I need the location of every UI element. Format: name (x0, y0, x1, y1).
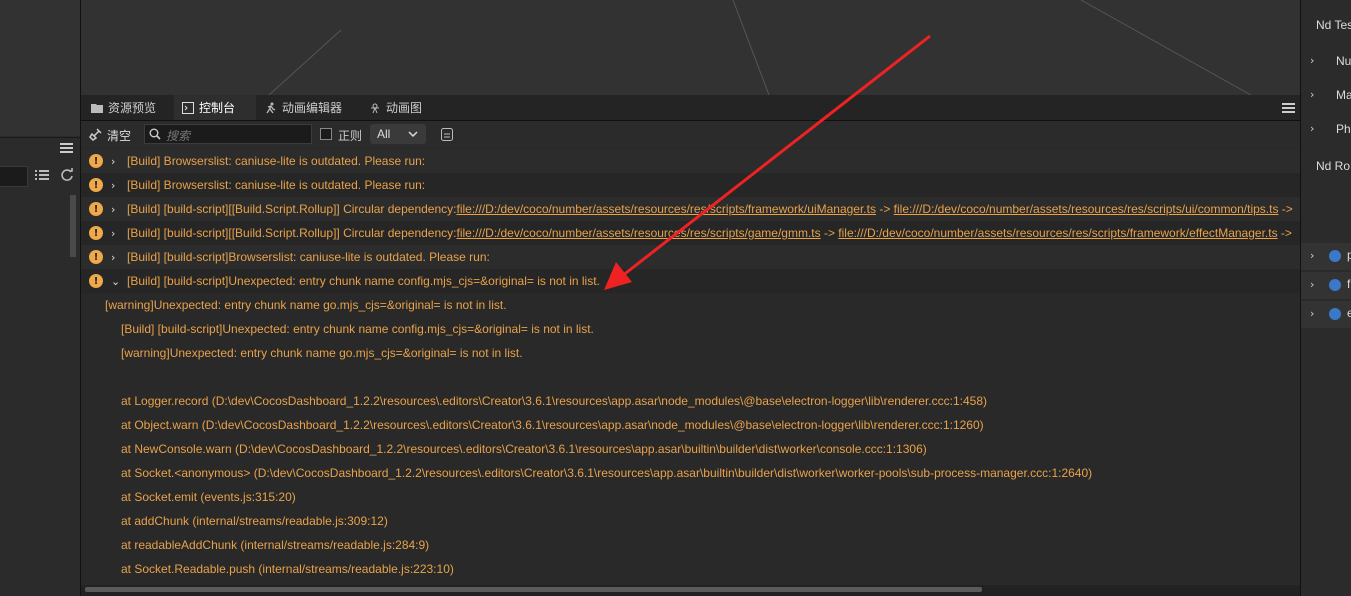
script-icon (1329, 308, 1341, 320)
stack-trace-line: at Socket.<anonymous> (D:\dev\CocosDashb… (121, 466, 1093, 480)
tab-animation-graph[interactable]: 动画图 (361, 95, 441, 120)
warning-icon: ! (89, 178, 103, 192)
chevron-right-icon[interactable]: › (111, 251, 121, 264)
chevron-down-icon (408, 128, 418, 142)
inspector-item: Nd Ro (1316, 159, 1351, 173)
component-row[interactable]: › e (1301, 301, 1351, 329)
log-row[interactable]: ! › [Build] [build-script]Browserslist: … (81, 245, 1300, 269)
running-figure-icon (265, 102, 277, 114)
file-link[interactable]: file:///D:/dev/coco/number/assets/resour… (894, 202, 1279, 216)
chevron-down-icon[interactable]: ⌄ (111, 275, 121, 288)
log-level-select[interactable]: All (370, 124, 426, 144)
inspector-item[interactable]: Ma (1336, 88, 1351, 102)
hierarchy-search-input[interactable] (0, 166, 28, 187)
inspector-item[interactable]: Ph (1336, 122, 1351, 136)
log-row[interactable]: ! › [Build] Browserslist: caniuse-lite i… (81, 149, 1300, 173)
list-view-icon[interactable] (35, 169, 49, 184)
chevron-right-icon[interactable]: › (1310, 88, 1314, 101)
clear-button[interactable]: 清空 (89, 127, 131, 144)
regex-label: 正则 (338, 129, 363, 143)
inspector-item[interactable]: Nu (1336, 54, 1351, 68)
warning-icon: ! (89, 154, 103, 168)
refresh-icon[interactable] (60, 168, 74, 185)
stack-trace-line: at readableAddChunk (internal/streams/re… (121, 538, 430, 552)
stack-trace-line: at addChunk (internal/streams/readable.j… (121, 514, 388, 528)
scene-grid (268, 0, 1252, 95)
terminal-icon (182, 101, 194, 114)
script-icon (1329, 250, 1341, 262)
log-detail-line: [warning]Unexpected: entry chunk name go… (121, 346, 523, 360)
chevron-right-icon[interactable]: › (111, 155, 121, 168)
chevron-right-icon[interactable]: › (1310, 307, 1314, 320)
menu-icon[interactable] (60, 142, 73, 157)
warning-icon: ! (89, 250, 103, 264)
chevron-right-icon[interactable]: › (1310, 249, 1314, 262)
tab-animation-editor[interactable]: 动画编辑器 (257, 95, 357, 120)
chevron-right-icon[interactable]: › (1310, 278, 1314, 291)
chevron-right-icon[interactable]: › (1310, 122, 1314, 135)
anim-graph-icon (369, 102, 381, 114)
warning-icon: ! (89, 202, 103, 216)
script-icon (1329, 279, 1341, 291)
stack-trace-line: at Object.warn (D:\dev\CocosDashboard_1.… (121, 418, 984, 432)
component-row[interactable]: › f (1301, 272, 1351, 300)
file-link[interactable]: file:///D:/dev/coco/number/assets/resour… (456, 202, 876, 216)
chevron-right-icon[interactable]: › (111, 179, 121, 192)
left-panel-top (0, 0, 80, 136)
chevron-right-icon[interactable]: › (111, 203, 121, 216)
console-tab-bar: 资源预览 控制台 动画编辑器 动画图 (81, 95, 1300, 121)
log-search-input[interactable]: 搜索 (144, 124, 312, 144)
collapse-log-icon[interactable] (441, 128, 453, 144)
console-log-list[interactable]: ! › [Build] Browserslist: caniuse-lite i… (81, 148, 1300, 585)
folder-icon (91, 102, 103, 114)
log-row[interactable]: ! › [Build] [build-script][[Build.Script… (81, 221, 1300, 245)
panel-menu-icon[interactable] (1282, 102, 1295, 117)
stack-trace-line: at NewConsole.warn (D:\dev\CocosDashboar… (121, 442, 927, 456)
file-link[interactable]: file:///D:/dev/coco/number/assets/resour… (838, 226, 1277, 240)
log-row[interactable]: ! › [Build] Browserslist: caniuse-lite i… (81, 173, 1300, 197)
log-detail-line: [warning]Unexpected: entry chunk name go… (105, 298, 507, 312)
stack-trace-line: at Logger.record (D:\dev\CocosDashboard_… (121, 394, 987, 408)
tab-assets-preview[interactable]: 资源预览 (83, 95, 173, 120)
horizontal-scrollbar-thumb[interactable] (85, 587, 982, 592)
search-icon (149, 128, 161, 143)
log-row[interactable]: ! › [Build] [build-script][[Build.Script… (81, 197, 1300, 221)
regex-checkbox[interactable] (320, 128, 332, 140)
scene-view[interactable] (81, 0, 1300, 95)
broom-icon (89, 127, 102, 144)
warning-icon: ! (89, 274, 103, 288)
file-link[interactable]: file:///D:/dev/coco/number/assets/resour… (456, 226, 820, 240)
chevron-right-icon[interactable]: › (111, 227, 121, 240)
inspector-item: Nd Tes (1316, 18, 1351, 32)
component-row[interactable]: › p (1301, 243, 1351, 271)
inspector-panel: Nd Tes › Nu › Ma › Ph Nd Ro › p › f › e (1301, 0, 1351, 596)
log-detail-line: [Build] [build-script]Unexpected: entry … (121, 322, 594, 336)
left-panel-header (0, 137, 80, 162)
tab-console[interactable]: 控制台 (174, 95, 256, 120)
log-row-expanded[interactable]: ! ⌄ [Build] [build-script]Unexpected: en… (81, 269, 1300, 293)
stack-trace-line: at Socket.Readable.push (internal/stream… (121, 562, 454, 576)
stack-trace-line: at Socket.emit (events.js:315:20) (121, 490, 296, 504)
warning-icon: ! (89, 226, 103, 240)
chevron-right-icon[interactable]: › (1310, 54, 1314, 67)
left-scrollbar[interactable] (70, 195, 76, 257)
